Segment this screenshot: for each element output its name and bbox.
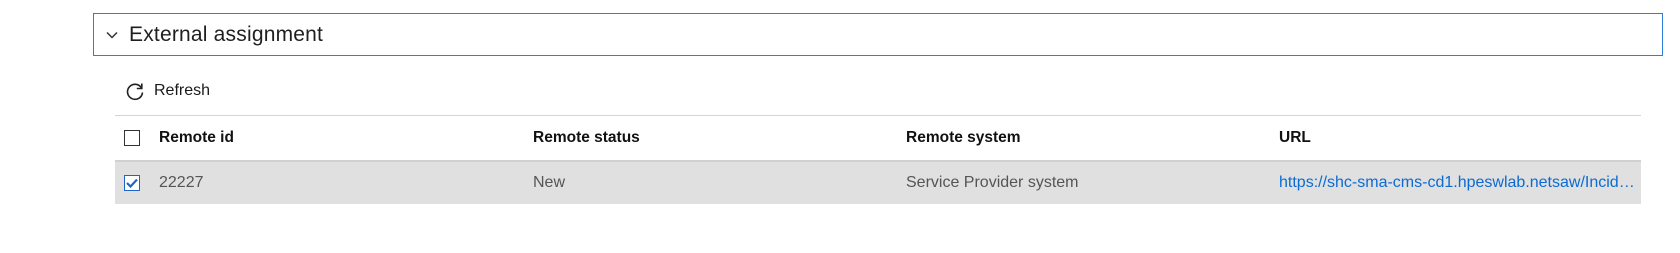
url-link[interactable]: https://shc-sma-cms-cd1.hpeswlab.netsaw/… (1279, 174, 1635, 192)
cell-url: https://shc-sma-cms-cd1.hpeswlab.netsaw/… (1279, 162, 1635, 204)
row-select-cell (124, 162, 144, 204)
column-header-remote-id[interactable]: Remote id (159, 116, 489, 160)
column-header-remote-status[interactable]: Remote status (533, 116, 863, 160)
refresh-button[interactable]: Refresh (124, 78, 210, 104)
checkmark-icon (126, 178, 138, 188)
cell-remote-id: 22227 (159, 174, 204, 191)
table-header-row: Remote id Remote status Remote system UR… (115, 116, 1641, 160)
chevron-down-icon (103, 26, 121, 44)
section-title: External assignment (129, 22, 324, 46)
table-row[interactable]: 22227 New Service Provider system https:… (115, 160, 1641, 204)
column-header-remote-system[interactable]: Remote system (906, 116, 1246, 160)
external-assignment-table: Remote id Remote status Remote system UR… (115, 115, 1641, 204)
cell-remote-status: New (533, 174, 566, 191)
external-assignment-section-header[interactable]: External assignment (93, 13, 1663, 56)
select-all-checkbox[interactable] (124, 130, 140, 146)
refresh-label: Refresh (154, 82, 211, 99)
column-header-url[interactable]: URL (1279, 116, 1635, 160)
row-checkbox[interactable] (124, 175, 140, 191)
cell-remote-system: Service Provider system (906, 174, 1079, 191)
select-all-cell (124, 116, 144, 160)
refresh-icon (124, 80, 146, 102)
